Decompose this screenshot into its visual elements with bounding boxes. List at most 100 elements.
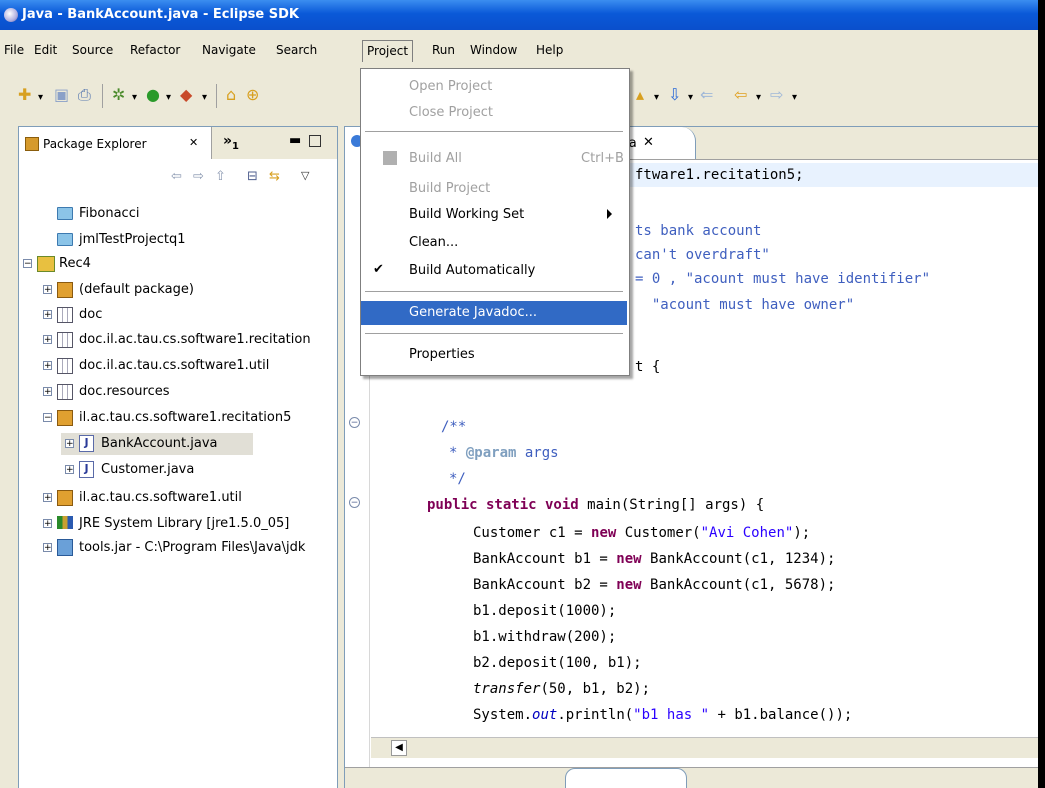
tree-node-label: doc.resources <box>79 384 170 399</box>
collapse-icon[interactable]: − <box>23 259 32 269</box>
expand-icon[interactable]: + <box>65 439 74 449</box>
tree-node-label: Rec4 <box>59 256 91 271</box>
minimize-icon[interactable]: ▬ <box>289 133 301 148</box>
code-line: ts bank account <box>635 223 762 239</box>
menu-item-generate-javadoc[interactable]: Generate Javadoc... <box>361 301 627 325</box>
expand-icon[interactable]: + <box>43 361 52 371</box>
new-package-icon[interactable]: ⊕ <box>246 87 259 103</box>
tree-node-selected[interactable]: + J BankAccount.java <box>61 433 253 455</box>
expand-icon[interactable]: + <box>43 387 52 397</box>
forward-icon[interactable]: ⇨ <box>193 169 204 184</box>
expand-icon[interactable]: + <box>65 465 74 475</box>
tree-node-label: jmlTestProjectq1 <box>79 232 186 247</box>
java-file-icon: J <box>79 461 94 478</box>
debug-dropdown-icon[interactable]: ▾ <box>132 90 137 106</box>
tree-node-label: doc.il.ac.tau.cs.software1.util <box>79 358 270 373</box>
back-to-last-edit-icon[interactable]: ⇐ <box>700 87 713 103</box>
print-icon[interactable]: ⎙ <box>78 87 91 103</box>
tab-package-explorer[interactable]: Package Explorer ✕ <box>19 127 212 159</box>
next-annotation-icon[interactable]: ⇩ <box>668 87 681 103</box>
menu-edit[interactable]: Edit <box>34 43 57 57</box>
open-type-icon[interactable]: ▴ <box>636 87 644 103</box>
java-file-icon: J <box>79 435 94 452</box>
menu-help[interactable]: Help <box>536 43 563 57</box>
tree-node-label: doc <box>79 307 103 322</box>
menu-item-build-automatically[interactable]: ✔ Build Automatically <box>361 259 627 283</box>
expand-icon[interactable]: + <box>43 285 52 295</box>
maximize-icon[interactable] <box>309 135 321 147</box>
link-with-editor-icon[interactable]: ⇆ <box>269 169 280 184</box>
run-icon[interactable]: ● <box>146 87 160 103</box>
menu-refactor[interactable]: Refactor <box>130 43 180 57</box>
menu-navigate[interactable]: Navigate <box>202 43 256 57</box>
tree-node-label: il.ac.tau.cs.software1.recitation5 <box>79 410 292 425</box>
expand-icon[interactable]: + <box>43 335 52 345</box>
menu-item-build-project[interactable]: Build Project <box>361 177 627 201</box>
new-java-project-icon[interactable]: ⌂ <box>226 87 236 103</box>
expand-icon[interactable]: + <box>43 543 52 553</box>
collapse-icon[interactable]: − <box>43 413 52 423</box>
collapse-all-icon[interactable]: ⊟ <box>247 169 258 184</box>
menu-separator <box>365 333 623 335</box>
title-bar: Java - BankAccount.java - Eclipse SDK <box>0 0 1038 30</box>
eclipse-icon <box>4 8 18 22</box>
up-icon[interactable]: ⇧ <box>215 169 226 184</box>
expand-icon[interactable]: + <box>43 310 52 320</box>
annotation-dropdown-icon[interactable]: ▾ <box>688 90 693 106</box>
menu-item-properties[interactable]: Properties <box>361 343 627 367</box>
menu-project[interactable]: Project <box>362 40 414 62</box>
menu-item-close-project[interactable]: Close Project <box>361 101 627 125</box>
tree-node-label: BankAccount.java <box>101 436 218 451</box>
menu-item-build-all[interactable]: Build All Ctrl+B <box>361 147 627 171</box>
close-icon[interactable]: ✕ <box>643 135 654 150</box>
package-explorer-toolbar: ⇦ ⇨ ⇧ ⊟ ⇆ ▽ <box>19 159 337 195</box>
scroll-left-icon[interactable]: ◀ <box>391 740 407 756</box>
run-dropdown-icon[interactable]: ▾ <box>166 90 171 106</box>
menu-source[interactable]: Source <box>72 43 113 57</box>
view-menu-icon[interactable]: ▽ <box>301 169 309 182</box>
menu-item-clean[interactable]: Clean... <box>361 231 627 255</box>
save-icon[interactable]: ▣ <box>54 87 69 103</box>
bottom-panel-tab[interactable] <box>565 768 687 788</box>
expand-icon[interactable]: + <box>43 519 52 529</box>
package-icon <box>57 282 73 298</box>
source-folder-icon <box>57 384 73 400</box>
more-views-icon[interactable]: »1 <box>223 133 239 152</box>
code-line: "acount must have owner" <box>635 297 855 313</box>
package-explorer-icon <box>25 137 39 151</box>
code-line: System.out.println("b1 has " + b1.balanc… <box>473 707 853 723</box>
menu-file[interactable]: File <box>4 43 24 57</box>
horizontal-scrollbar[interactable]: ◀ <box>371 737 1038 758</box>
new-dropdown-icon[interactable]: ▾ <box>38 90 43 106</box>
window-title: Java - BankAccount.java - Eclipse SDK <box>22 7 299 22</box>
external-tools-dropdown-icon[interactable]: ▾ <box>202 90 207 106</box>
folder-icon <box>57 233 73 246</box>
debug-icon[interactable]: ✲ <box>112 87 125 103</box>
expand-icon[interactable]: + <box>43 493 52 503</box>
submenu-arrow-icon <box>607 209 612 219</box>
code-line: BankAccount b2 = new BankAccount(c1, 567… <box>473 577 836 593</box>
open-type-dropdown-icon[interactable]: ▾ <box>654 90 659 106</box>
forward-dropdown-icon[interactable]: ▾ <box>792 90 797 106</box>
menu-run[interactable]: Run <box>432 43 455 57</box>
back-dropdown-icon[interactable]: ▾ <box>756 90 761 106</box>
fold-icon[interactable]: − <box>349 417 360 428</box>
back-icon[interactable]: ⇦ <box>734 87 747 103</box>
code-line: t { <box>635 359 661 375</box>
external-tools-icon[interactable]: ◆ <box>180 87 192 103</box>
fold-icon[interactable]: − <box>349 497 360 508</box>
tree-node-label: JRE System Library [jre1.5.0_05] <box>79 516 290 531</box>
build-all-shortcut: Ctrl+B <box>581 151 624 166</box>
menu-window[interactable]: Window <box>470 43 517 57</box>
more-views-count: 1 <box>232 140 240 152</box>
build-all-icon <box>383 151 397 165</box>
menu-search[interactable]: Search <box>276 43 317 57</box>
menu-item-build-working-set[interactable]: Build Working Set <box>361 203 627 227</box>
code-line: = 0 , "acount must have identifier" <box>635 271 931 287</box>
forward-icon[interactable]: ⇨ <box>770 87 783 103</box>
code-line: transfer(50, b1, b2); <box>473 681 651 697</box>
menu-item-open-project[interactable]: Open Project <box>361 75 627 99</box>
close-icon[interactable]: ✕ <box>189 136 198 149</box>
new-icon[interactable]: ✚ <box>18 87 31 103</box>
back-icon[interactable]: ⇦ <box>171 169 182 184</box>
